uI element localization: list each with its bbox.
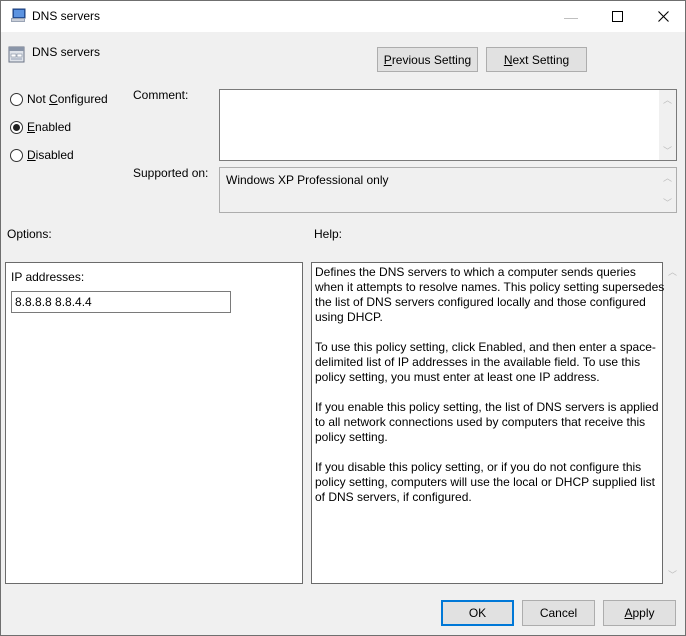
help-paragraph: If you disable this policy setting, or i… xyxy=(315,460,655,504)
supported-on-label: Supported on: xyxy=(133,166,209,180)
setting-title: DNS servers xyxy=(32,45,101,59)
radio-circle-selected[interactable] xyxy=(10,120,23,134)
ok-button[interactable]: OK xyxy=(441,600,514,626)
ip-addresses-label: IP addresses: xyxy=(11,270,85,284)
radio-enabled[interactable]: Enabled xyxy=(10,120,71,134)
previous-setting-button[interactable]: Previous Setting xyxy=(377,47,478,72)
next-setting-button[interactable]: Next Setting xyxy=(486,47,587,72)
radio-not-configured[interactable]: Not Configured xyxy=(10,92,108,106)
dns-servers-dialog: DNS servers — DNS servers Previous Setti… xyxy=(0,0,686,636)
radio-label-disabled: Disabled xyxy=(27,148,74,162)
scroll-down-icon[interactable]: ﹀ xyxy=(659,196,676,209)
radio-label-not-configured: Not Configured xyxy=(27,92,108,106)
help-paragraph: If you enable this policy setting, the l… xyxy=(315,400,659,444)
radio-circle[interactable] xyxy=(10,148,23,162)
maximize-icon xyxy=(611,11,623,22)
previous-label: revious Setting xyxy=(391,52,472,67)
next-label: ext Setting xyxy=(512,52,570,67)
scroll-up-icon[interactable]: ︿ xyxy=(664,265,681,278)
help-paragraph: To use this policy setting, click Enable… xyxy=(315,340,656,384)
help-text: Defines the DNS servers to which a compu… xyxy=(315,265,665,520)
ip-addresses-input[interactable] xyxy=(11,291,231,313)
options-label: Options: xyxy=(7,227,52,241)
close-icon xyxy=(657,11,669,22)
help-label: Help: xyxy=(314,227,343,241)
close-button[interactable] xyxy=(640,1,686,32)
minimize-button[interactable]: — xyxy=(548,1,594,32)
scroll-up-icon[interactable]: ︿ xyxy=(659,93,676,106)
comment-label: Comment: xyxy=(133,88,189,102)
apply-label: pply xyxy=(632,606,655,620)
supported-on-value: Windows XP Professional only xyxy=(226,173,389,187)
window-title: DNS servers xyxy=(32,9,101,23)
radio-label-enabled: Enabled xyxy=(27,120,72,134)
group-policy-icon xyxy=(11,8,26,22)
previous-accel: P xyxy=(383,52,392,67)
radio-disabled[interactable]: Disabled xyxy=(10,148,74,162)
radio-circle[interactable] xyxy=(10,92,23,106)
radio-selected-dot xyxy=(13,123,20,131)
help-panel: Defines the DNS servers to which a compu… xyxy=(311,262,665,584)
comment-textarea[interactable]: ︿ ﹀ xyxy=(219,89,677,161)
maximize-button[interactable] xyxy=(594,1,640,32)
scroll-down-icon[interactable]: ﹀ xyxy=(659,144,676,157)
options-panel: IP addresses: xyxy=(5,262,303,584)
help-paragraph: Defines the DNS servers to which a compu… xyxy=(315,265,665,324)
apply-accel: A xyxy=(624,606,633,620)
title-bar[interactable]: DNS servers — xyxy=(1,1,685,32)
apply-button[interactable]: Apply xyxy=(603,600,676,626)
scroll-down-icon[interactable]: ﹀ xyxy=(664,568,681,581)
policy-setting-icon xyxy=(8,46,25,63)
supported-scrollbar[interactable]: ︿ ﹀ xyxy=(659,168,676,212)
cancel-button[interactable]: Cancel xyxy=(522,600,595,626)
minimize-icon: — xyxy=(564,8,578,25)
scroll-up-icon[interactable]: ︿ xyxy=(659,171,676,184)
help-scrollbar[interactable]: ︿ ﹀ xyxy=(664,262,681,584)
comment-scrollbar[interactable]: ︿ ﹀ xyxy=(659,90,676,160)
supported-on-field: Windows XP Professional only ︿ ﹀ xyxy=(219,167,677,213)
